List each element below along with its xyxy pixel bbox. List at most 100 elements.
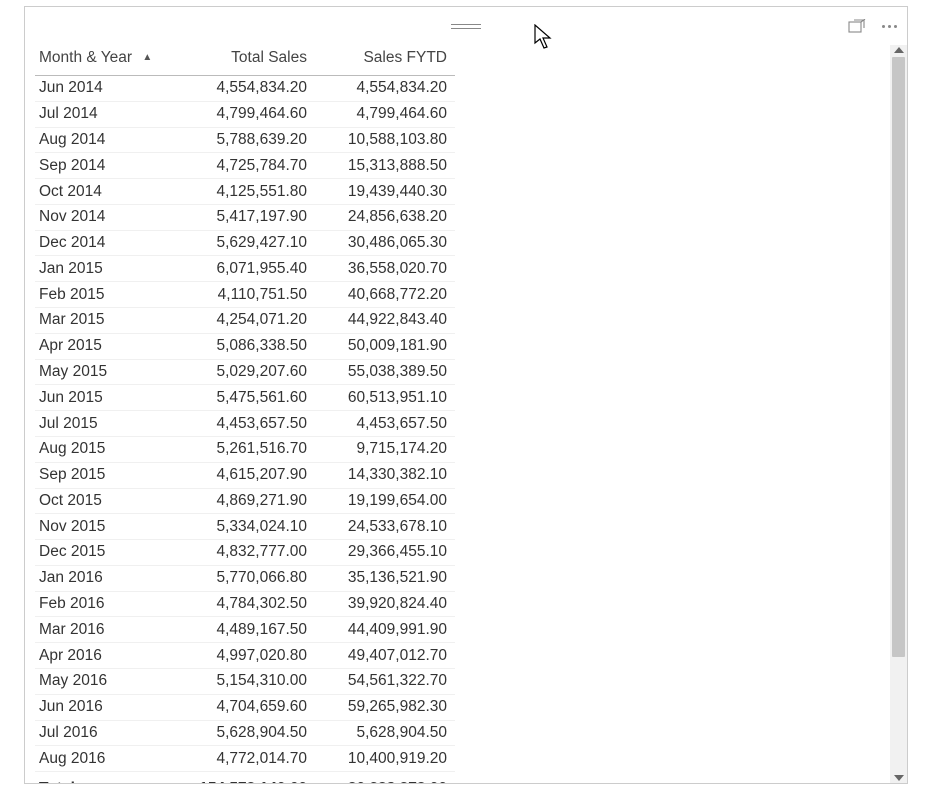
cell-total-sales: 4,125,551.80 (180, 179, 315, 205)
cell-month-year: Oct 2014 (35, 179, 180, 205)
table-row[interactable]: Oct 20144,125,551.8019,439,440.30 (35, 179, 455, 205)
cell-month-year: Nov 2014 (35, 204, 180, 230)
cell-total-sales: 4,772,014.70 (180, 746, 315, 772)
column-header-month-year[interactable]: Month & Year ▲ (35, 45, 180, 76)
cell-month-year: Jul 2014 (35, 101, 180, 127)
cell-month-year: May 2015 (35, 359, 180, 385)
header-label: Month & Year (39, 49, 132, 66)
table-scroll[interactable]: Month & Year ▲ Total Sales Sales FYTD Ju… (25, 45, 890, 783)
cell-month-year: Mar 2016 (35, 617, 180, 643)
cell-month-year: Dec 2015 (35, 540, 180, 566)
cell-month-year: Feb 2015 (35, 282, 180, 308)
cell-month-year: Apr 2015 (35, 333, 180, 359)
cell-total-sales: 5,628,904.50 (180, 720, 315, 746)
cell-total-sales: 4,784,302.50 (180, 591, 315, 617)
cell-month-year: Jul 2016 (35, 720, 180, 746)
table-row[interactable]: Aug 20145,788,639.2010,588,103.80 (35, 127, 455, 153)
cell-sales-fytd: 39,920,824.40 (315, 591, 455, 617)
totals-row: Total 154,573,140.60 30,238,373.00 (35, 772, 455, 783)
drag-handle[interactable] (451, 22, 481, 30)
table-row[interactable]: Aug 20155,261,516.709,715,174.20 (35, 436, 455, 462)
table-area: Month & Year ▲ Total Sales Sales FYTD Ju… (25, 45, 907, 783)
cell-sales-fytd: 29,366,455.10 (315, 540, 455, 566)
cell-month-year: Mar 2015 (35, 308, 180, 334)
scroll-down-arrow-icon[interactable] (894, 775, 904, 781)
table-row[interactable]: Sep 20144,725,784.7015,313,888.50 (35, 153, 455, 179)
cell-sales-fytd: 60,513,951.10 (315, 385, 455, 411)
table-row[interactable]: Feb 20154,110,751.5040,668,772.20 (35, 282, 455, 308)
table-row[interactable]: Jan 20156,071,955.4036,558,020.70 (35, 256, 455, 282)
cell-total-sales: 4,725,784.70 (180, 153, 315, 179)
table-row[interactable]: Mar 20164,489,167.5044,409,991.90 (35, 617, 455, 643)
table-row[interactable]: Dec 20145,629,427.1030,486,065.30 (35, 230, 455, 256)
visual-header (25, 7, 907, 45)
cell-total-sales: 4,997,020.80 (180, 643, 315, 669)
cell-total-sales: 5,261,516.70 (180, 436, 315, 462)
table-row[interactable]: Apr 20164,997,020.8049,407,012.70 (35, 643, 455, 669)
cell-total-sales: 6,071,955.40 (180, 256, 315, 282)
cell-sales-fytd: 9,715,174.20 (315, 436, 455, 462)
table-row[interactable]: Dec 20154,832,777.0029,366,455.10 (35, 540, 455, 566)
table-row[interactable]: Jan 20165,770,066.8035,136,521.90 (35, 565, 455, 591)
scroll-thumb[interactable] (892, 57, 905, 657)
table-row[interactable]: Oct 20154,869,271.9019,199,654.00 (35, 488, 455, 514)
table-row[interactable]: Jun 20164,704,659.6059,265,982.30 (35, 694, 455, 720)
data-table: Month & Year ▲ Total Sales Sales FYTD Ju… (35, 45, 455, 783)
table-row[interactable]: Aug 20164,772,014.7010,400,919.20 (35, 746, 455, 772)
table-row[interactable]: Jul 20165,628,904.505,628,904.50 (35, 720, 455, 746)
cell-month-year: Aug 2014 (35, 127, 180, 153)
cell-sales-fytd: 15,313,888.50 (315, 153, 455, 179)
cell-month-year: Oct 2015 (35, 488, 180, 514)
table-row[interactable]: Jul 20154,453,657.504,453,657.50 (35, 411, 455, 437)
column-header-sales-fytd[interactable]: Sales FYTD (315, 45, 455, 76)
cell-total-sales: 4,254,071.20 (180, 308, 315, 334)
cell-total-sales: 5,629,427.10 (180, 230, 315, 256)
focus-mode-icon[interactable] (848, 19, 866, 34)
totals-total-sales: 154,573,140.60 (180, 772, 315, 783)
table-row[interactable]: Apr 20155,086,338.5050,009,181.90 (35, 333, 455, 359)
cell-sales-fytd: 24,533,678.10 (315, 514, 455, 540)
table-row[interactable]: Mar 20154,254,071.2044,922,843.40 (35, 308, 455, 334)
cell-sales-fytd: 59,265,982.30 (315, 694, 455, 720)
table-row[interactable]: Feb 20164,784,302.5039,920,824.40 (35, 591, 455, 617)
cell-total-sales: 4,453,657.50 (180, 411, 315, 437)
cell-month-year: Jun 2015 (35, 385, 180, 411)
table-row[interactable]: Sep 20154,615,207.9014,330,382.10 (35, 462, 455, 488)
scroll-track[interactable] (890, 57, 907, 771)
cell-sales-fytd: 30,486,065.30 (315, 230, 455, 256)
vertical-scrollbar[interactable] (890, 45, 907, 783)
table-row[interactable]: May 20165,154,310.0054,561,322.70 (35, 668, 455, 694)
cell-sales-fytd: 4,799,464.60 (315, 101, 455, 127)
more-options-icon[interactable] (878, 21, 901, 32)
cell-month-year: Jul 2015 (35, 411, 180, 437)
table-row[interactable]: Nov 20145,417,197.9024,856,638.20 (35, 204, 455, 230)
cell-total-sales: 5,334,024.10 (180, 514, 315, 540)
cell-month-year: Aug 2015 (35, 436, 180, 462)
header-actions (848, 19, 901, 34)
cell-total-sales: 5,417,197.90 (180, 204, 315, 230)
scroll-up-arrow-icon[interactable] (894, 47, 904, 53)
cell-total-sales: 4,799,464.60 (180, 101, 315, 127)
table-row[interactable]: Jun 20155,475,561.6060,513,951.10 (35, 385, 455, 411)
cell-sales-fytd: 49,407,012.70 (315, 643, 455, 669)
cell-total-sales: 4,704,659.60 (180, 694, 315, 720)
cell-month-year: May 2016 (35, 668, 180, 694)
cell-sales-fytd: 35,136,521.90 (315, 565, 455, 591)
cell-month-year: Nov 2015 (35, 514, 180, 540)
table-body: Jun 20144,554,834.204,554,834.20Jul 2014… (35, 76, 455, 772)
table-row[interactable]: Jul 20144,799,464.604,799,464.60 (35, 101, 455, 127)
cell-total-sales: 4,832,777.00 (180, 540, 315, 566)
cell-total-sales: 4,554,834.20 (180, 76, 315, 102)
column-header-total-sales[interactable]: Total Sales (180, 45, 315, 76)
cell-total-sales: 4,615,207.90 (180, 462, 315, 488)
cell-month-year: Aug 2016 (35, 746, 180, 772)
cell-total-sales: 4,110,751.50 (180, 282, 315, 308)
cell-sales-fytd: 4,453,657.50 (315, 411, 455, 437)
cell-sales-fytd: 44,409,991.90 (315, 617, 455, 643)
cell-sales-fytd: 44,922,843.40 (315, 308, 455, 334)
cell-total-sales: 4,869,271.90 (180, 488, 315, 514)
table-row[interactable]: Nov 20155,334,024.1024,533,678.10 (35, 514, 455, 540)
sort-ascending-icon: ▲ (142, 52, 152, 63)
table-row[interactable]: Jun 20144,554,834.204,554,834.20 (35, 76, 455, 102)
table-row[interactable]: May 20155,029,207.6055,038,389.50 (35, 359, 455, 385)
